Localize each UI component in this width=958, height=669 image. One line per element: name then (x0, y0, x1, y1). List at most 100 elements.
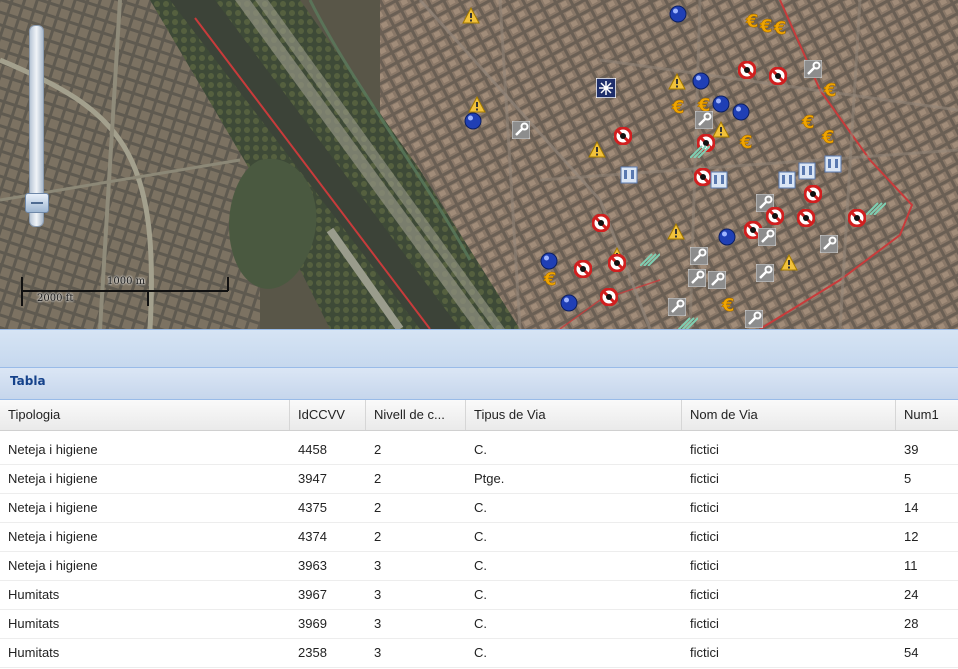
blue-dot-icon[interactable] (540, 252, 558, 270)
table-row[interactable]: Neteja i higiene 4458 2 C. fictici 39 (0, 435, 958, 465)
euro-icon[interactable]: € (800, 112, 818, 134)
svg-text:€: € (759, 16, 773, 34)
blue-dot-icon[interactable] (692, 72, 710, 90)
no-entry-icon[interactable] (607, 253, 627, 273)
stripe-marker-icon[interactable] (639, 251, 661, 269)
wrench-icon[interactable] (744, 309, 764, 329)
wrench-icon[interactable] (755, 263, 775, 283)
building-icon[interactable] (798, 162, 816, 180)
no-entry-icon[interactable] (737, 60, 757, 80)
stripe-marker-icon[interactable] (865, 200, 887, 218)
column-header-num1[interactable]: Num1 (896, 400, 958, 430)
no-entry-icon[interactable] (803, 184, 823, 204)
warning-triangle-icon[interactable] (462, 6, 480, 25)
euro-icon[interactable]: € (772, 18, 790, 40)
euro-icon[interactable]: € (720, 295, 738, 317)
cell-nom-de-via: fictici (690, 471, 719, 486)
cell-num1: 11 (904, 558, 918, 573)
euro-icon[interactable]: € (670, 97, 688, 119)
cell-num1: 5 (904, 471, 912, 486)
table-row[interactable]: Neteja i higiene 4374 2 C. fictici 12 (0, 522, 958, 552)
cell-tipus-de-via: C. (474, 500, 487, 515)
wrench-icon[interactable] (757, 227, 777, 247)
euro-icon[interactable]: € (820, 127, 838, 149)
no-entry-icon[interactable] (765, 206, 785, 226)
wrench-icon[interactable] (707, 270, 727, 290)
euro-icon[interactable]: € (738, 132, 756, 154)
cell-nom-de-via: fictici (690, 442, 719, 457)
cell-nivell: 3 (374, 616, 382, 631)
cell-num1: 39 (904, 442, 919, 457)
table-row[interactable]: Neteja i higiene 4375 2 C. fictici 14 (0, 493, 958, 523)
building-icon[interactable] (710, 171, 728, 189)
column-header-tipus-de-via[interactable]: Tipus de Via (466, 400, 682, 430)
cell-tipus-de-via: C. (474, 587, 487, 602)
building-icon[interactable] (778, 171, 796, 189)
no-entry-icon[interactable] (599, 287, 619, 307)
cell-tipologia: Neteja i higiene (8, 442, 98, 457)
cell-tipus-de-via: Ptge. (474, 471, 505, 486)
wrench-icon[interactable] (687, 268, 707, 288)
wrench-icon[interactable] (803, 59, 823, 79)
warning-triangle-icon[interactable] (668, 72, 686, 91)
wrench-icon[interactable] (667, 297, 687, 317)
warning-triangle-icon[interactable] (780, 253, 798, 272)
table-row[interactable]: Neteja i higiene 3963 3 C. fictici 11 (0, 551, 958, 581)
cell-nivell: 2 (374, 442, 382, 457)
no-entry-icon[interactable] (573, 259, 593, 279)
blue-dot-icon[interactable] (732, 103, 750, 121)
euro-icon[interactable]: € (822, 80, 840, 102)
cell-tipologia: Neteja i higiene (8, 500, 98, 515)
no-entry-icon[interactable] (613, 126, 633, 146)
column-header-idccvv[interactable]: IdCCVV (290, 400, 366, 430)
blue-dot-icon[interactable] (464, 112, 482, 130)
cell-tipologia: Neteja i higiene (8, 558, 98, 573)
data-grid: Tipologia IdCCVV Nivell de c... Tipus de… (0, 400, 958, 669)
euro-icon[interactable]: € (542, 269, 560, 291)
blue-dot-icon[interactable] (718, 228, 736, 246)
cell-tipus-de-via: C. (474, 558, 487, 573)
table-row[interactable]: Neteja i higiene 3947 2 Ptge. fictici 5 (0, 464, 958, 494)
cell-idccvv: 3969 (298, 616, 327, 631)
table-row[interactable]: Humitats 3969 3 C. fictici 28 (0, 609, 958, 639)
no-entry-icon[interactable] (768, 66, 788, 86)
blue-dot-icon[interactable] (669, 5, 687, 23)
building-icon[interactable] (824, 155, 842, 173)
snowflake-icon[interactable] (595, 77, 617, 99)
no-entry-icon[interactable] (796, 208, 816, 228)
column-header-tipologia[interactable]: Tipologia (0, 400, 290, 430)
stripe-marker-icon[interactable] (677, 315, 699, 329)
zoom-slider-handle[interactable] (25, 193, 49, 213)
no-entry-icon[interactable] (847, 208, 867, 228)
map-view[interactable]: € € € € € € € € € € € 1000 m 2000 ft (0, 0, 958, 329)
cell-tipus-de-via: C. (474, 442, 487, 457)
wrench-icon[interactable] (694, 110, 714, 130)
table-row[interactable]: Humitats 2358 3 C. fictici 54 (0, 638, 958, 668)
wrench-icon[interactable] (689, 246, 709, 266)
blue-dot-icon[interactable] (712, 95, 730, 113)
cell-idccvv: 2358 (298, 645, 327, 660)
cell-nom-de-via: fictici (690, 500, 719, 515)
wrench-icon[interactable] (819, 234, 839, 254)
column-header-nom-de-via[interactable]: Nom de Via (682, 400, 896, 430)
cell-tipologia: Humitats (8, 587, 60, 602)
svg-text:€: € (543, 269, 557, 287)
warning-triangle-icon[interactable] (588, 140, 606, 159)
cell-idccvv: 3963 (298, 558, 327, 573)
cell-idccvv: 3947 (298, 471, 327, 486)
blue-dot-icon[interactable] (560, 294, 578, 312)
cell-nivell: 2 (374, 500, 382, 515)
grid-header: Tipologia IdCCVV Nivell de c... Tipus de… (0, 400, 958, 431)
warning-triangle-icon[interactable] (667, 222, 685, 241)
cell-tipologia: Neteja i higiene (8, 529, 98, 544)
table-row[interactable]: Humitats 3967 3 C. fictici 24 (0, 580, 958, 610)
wrench-icon[interactable] (511, 120, 531, 140)
no-entry-icon[interactable] (591, 213, 611, 233)
column-header-nivell[interactable]: Nivell de c... (366, 400, 466, 430)
scale-imperial-label: 2000 ft (37, 293, 74, 304)
cell-nivell: 2 (374, 529, 382, 544)
building-icon[interactable] (620, 166, 638, 184)
cell-idccvv: 4375 (298, 500, 327, 515)
cell-nom-de-via: fictici (690, 645, 719, 660)
stripe-marker-icon[interactable] (689, 143, 711, 161)
